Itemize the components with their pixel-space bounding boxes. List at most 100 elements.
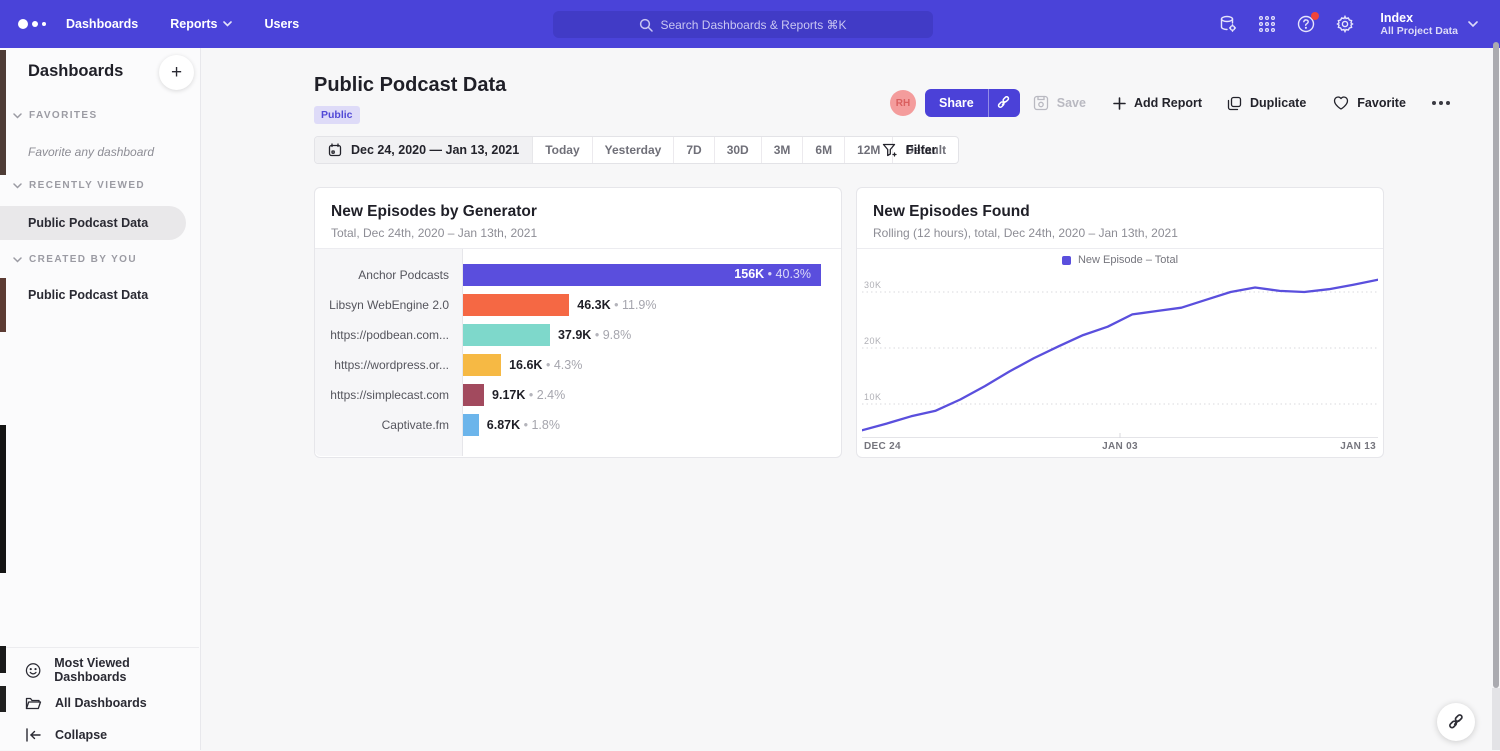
bar-chart: Anchor Podcasts 156K • 40.3% Libsyn WebEng…: [315, 249, 841, 456]
duplicate-button[interactable]: Duplicate: [1227, 96, 1306, 111]
bar-category-label: Libsyn WebEngine 2.0: [315, 298, 463, 312]
more-options-button[interactable]: [1432, 101, 1450, 105]
y-tick-label: 10K: [864, 392, 882, 402]
share-button[interactable]: Share: [925, 89, 989, 117]
bar-rows: Anchor Podcasts 156K • 40.3% Libsyn WebEng…: [315, 264, 841, 444]
card-title: New Episodes by Generator: [331, 203, 825, 221]
section-label: CREATED BY YOU: [29, 254, 137, 265]
app-logo[interactable]: [18, 19, 58, 29]
bar-row: https://wordpress.or...16.6K • 4.3%: [315, 354, 841, 376]
nav-dashboards[interactable]: Dashboards: [66, 17, 138, 31]
report-card-new-episodes-found: New Episodes Found Rolling (12 hours), t…: [856, 187, 1384, 458]
all-dashboards-button[interactable]: All Dashboards: [0, 687, 199, 719]
chevron-down-icon: [13, 257, 22, 263]
card-subtitle: Rolling (12 hours), total, Dec 24th, 202…: [873, 226, 1367, 240]
chevron-down-icon: [13, 183, 22, 189]
favorite-button[interactable]: Favorite: [1333, 96, 1406, 110]
bar-track: 6.87K • 1.8%: [463, 414, 841, 436]
project-switcher[interactable]: Index All Project Data: [1380, 11, 1478, 37]
help-icon[interactable]: [1296, 14, 1316, 34]
bar-row: Captivate.fm6.87K • 1.8%: [315, 414, 841, 436]
scrollbar-thumb[interactable]: [1493, 42, 1499, 688]
add-report-button[interactable]: Add Report: [1113, 96, 1202, 110]
date-range-picker[interactable]: Dec 24, 2020 — Jan 13, 2021: [315, 137, 533, 163]
sidebar-item-label: Public Podcast Data: [28, 216, 148, 230]
bar-category-label: https://simplecast.com: [315, 388, 463, 402]
background-window-sliver: [0, 646, 6, 673]
collapse-sidebar-button[interactable]: Collapse: [0, 719, 199, 751]
bar-value-label: 156K • 40.3%: [734, 267, 811, 281]
bar-category-label: Captivate.fm: [315, 418, 463, 432]
preset-6m[interactable]: 6M: [803, 137, 845, 163]
most-viewed-dashboards-button[interactable]: Most Viewed Dashboards: [0, 654, 199, 686]
calendar-icon: [328, 143, 342, 157]
bar[interactable]: [463, 324, 550, 346]
x-tick-label: JAN 03: [1102, 441, 1138, 452]
card-subtitle: Total, Dec 24th, 2020 – Jan 13th, 2021: [331, 226, 825, 240]
project-scope: All Project Data: [1380, 25, 1458, 37]
link-icon: [997, 96, 1011, 110]
bar-value-label: 37.9K • 9.8%: [558, 328, 631, 342]
bar[interactable]: [463, 294, 569, 316]
footer-item-label: Most Viewed Dashboards: [54, 656, 199, 684]
scrollbar-track[interactable]: [1492, 688, 1500, 750]
nav-reports[interactable]: Reports: [170, 17, 232, 31]
bar-value-label: 46.3K • 11.9%: [577, 298, 656, 312]
logo-dot: [42, 22, 46, 26]
preset-today[interactable]: Today: [533, 137, 592, 163]
copy-link-button[interactable]: [989, 89, 1020, 117]
filter-button[interactable]: Filter: [882, 136, 937, 164]
chevron-down-icon: [223, 21, 232, 27]
bar-category-label: https://podbean.com...: [315, 328, 463, 342]
settings-gear-icon[interactable]: [1335, 14, 1355, 34]
line-chart: 10K20K30K: [862, 256, 1378, 438]
apps-grid-icon[interactable]: [1257, 14, 1277, 34]
bar[interactable]: [463, 384, 484, 406]
card-header: New Episodes Found Rolling (12 hours), t…: [857, 188, 1383, 249]
duplicate-icon: [1227, 96, 1242, 111]
sidebar-footer: Most Viewed Dashboards All Dashboards Co…: [0, 647, 199, 750]
date-range-toolbar: Dec 24, 2020 — Jan 13, 2021 TodayYesterd…: [314, 136, 959, 164]
preset-7d[interactable]: 7D: [674, 137, 714, 163]
save-icon: [1033, 95, 1049, 111]
section-label: FAVORITES: [29, 110, 98, 121]
nav-label: Reports: [170, 17, 217, 31]
main-content: Public Podcast Data Public RH Share Save…: [201, 48, 1500, 750]
sidebar-item-public-podcast-data[interactable]: Public Podcast Data: [0, 206, 186, 240]
avatar[interactable]: RH: [890, 90, 916, 116]
preset-yesterday[interactable]: Yesterday: [593, 137, 675, 163]
section-recently-viewed[interactable]: RECENTLY VIEWED: [0, 180, 200, 191]
search-placeholder: Search Dashboards & Reports ⌘K: [660, 18, 846, 32]
add-dashboard-button[interactable]: +: [159, 55, 194, 90]
date-range-label: Dec 24, 2020 — Jan 13, 2021: [351, 143, 519, 157]
folder-icon: [25, 696, 42, 711]
dashboards-sidebar: Dashboards + FAVORITES Favorite any dash…: [0, 48, 201, 750]
nav-users[interactable]: Users: [264, 17, 299, 31]
section-created-by-you[interactable]: CREATED BY YOU: [0, 254, 200, 265]
save-button[interactable]: Save: [1033, 95, 1086, 111]
share-link-floating-button[interactable]: [1437, 703, 1475, 741]
link-icon: [1448, 714, 1465, 731]
filter-funnel-icon: [882, 143, 897, 158]
preset-3m[interactable]: 3M: [762, 137, 804, 163]
background-window-sliver: [0, 50, 6, 175]
line-series[interactable]: [862, 280, 1378, 431]
bar-category-label: https://wordpress.or...: [315, 358, 463, 372]
bar-row: Anchor Podcasts 156K • 40.3%: [315, 264, 841, 286]
background-window-sliver: [0, 425, 6, 573]
data-sources-icon[interactable]: [1218, 14, 1238, 34]
primary-nav: Dashboards Reports Users: [66, 17, 299, 31]
sidebar-item-public-podcast-data[interactable]: Public Podcast Data: [0, 278, 186, 312]
y-tick-label: 20K: [864, 336, 882, 346]
bar[interactable]: [463, 354, 501, 376]
bar-category-label: Anchor Podcasts: [315, 268, 463, 282]
bar-track: 9.17K • 2.4%: [463, 384, 841, 406]
preset-30d[interactable]: 30D: [715, 137, 762, 163]
bar[interactable]: 156K • 40.3%: [463, 264, 821, 286]
search-input[interactable]: Search Dashboards & Reports ⌘K: [553, 11, 933, 38]
search-icon: [639, 18, 653, 32]
section-favorites[interactable]: FAVORITES: [0, 110, 200, 121]
chevron-down-icon: [13, 113, 22, 119]
filter-label: Filter: [906, 143, 937, 157]
bar[interactable]: [463, 414, 479, 436]
